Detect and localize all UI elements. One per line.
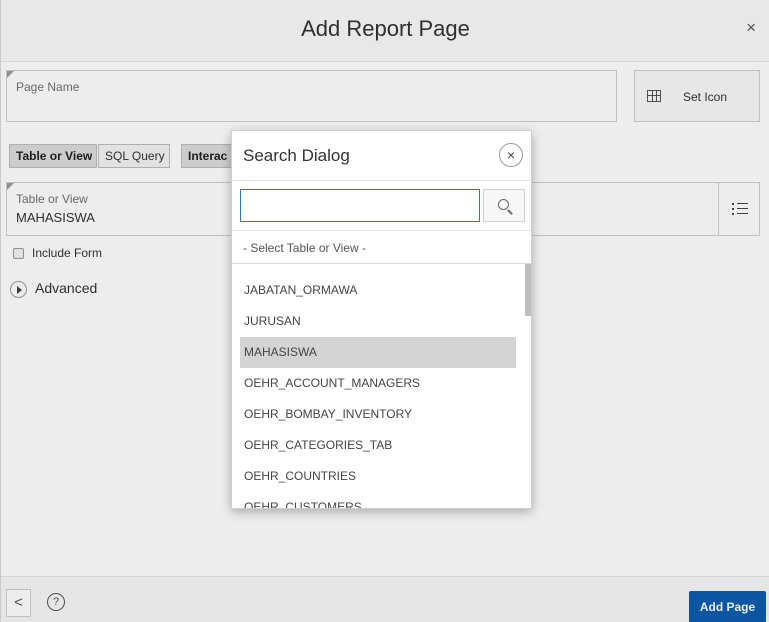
list-item-selected[interactable]: MAHASISWA xyxy=(240,337,516,368)
scrollbar-thumb[interactable] xyxy=(525,264,531,316)
search-button[interactable] xyxy=(483,189,525,222)
list-item[interactable]: JABATAN_ORMAWA xyxy=(240,275,516,306)
list-item[interactable]: OEHR_CATEGORIES_TAB xyxy=(240,430,516,461)
search-dialog-close-button[interactable]: × xyxy=(499,143,523,167)
search-dialog: Search Dialog × - Select Table or View -… xyxy=(231,130,532,509)
list-item[interactable]: OEHR_CUSTOMERS xyxy=(240,492,516,508)
list-item[interactable]: OEHR_COUNTRIES xyxy=(240,461,516,492)
select-placeholder[interactable]: - Select Table or View - xyxy=(243,241,366,255)
list-item[interactable]: OEHR_ACCOUNT_MANAGERS xyxy=(240,368,516,399)
list-item[interactable]: JURUSAN xyxy=(240,306,516,337)
search-dialog-header: Search Dialog × xyxy=(232,131,531,181)
search-icon-handle xyxy=(507,209,513,215)
list-item[interactable]: OEHR_BOMBAY_INVENTORY xyxy=(240,399,516,430)
search-input[interactable] xyxy=(240,189,480,222)
search-dialog-title: Search Dialog xyxy=(243,146,350,165)
divider xyxy=(232,230,531,231)
search-icon xyxy=(498,199,509,210)
result-list[interactable]: JABATAN_ORMAWA JURUSAN MAHASISWA OEHR_AC… xyxy=(232,264,531,508)
